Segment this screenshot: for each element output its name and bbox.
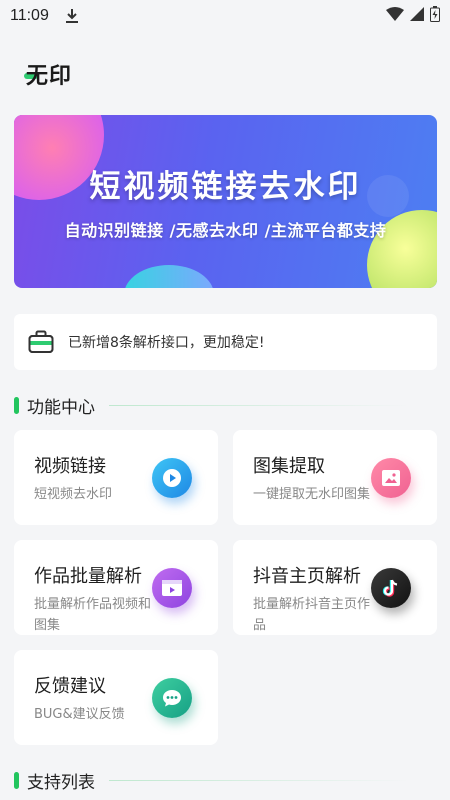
notice-bar[interactable]: 已新增8条解析接口，更加稳定! xyxy=(14,314,437,370)
section-accent-bar xyxy=(14,397,19,414)
notice-text: 已新增8条解析接口，更加稳定! xyxy=(68,335,265,351)
section-title: 功能中心 xyxy=(27,398,95,418)
download-icon xyxy=(65,8,79,24)
battery-icon xyxy=(430,6,440,26)
card-title: 反馈建议 xyxy=(34,676,106,697)
card-desc: 短视频去水印 xyxy=(34,487,113,502)
promo-banner[interactable]: 短视频链接去水印 自动识别链接 /无感去水印 /主流平台都支持 xyxy=(14,115,437,288)
play-icon xyxy=(152,458,192,498)
card-title: 图集提取 xyxy=(253,456,325,477)
feature-card-douyin-profile[interactable]: 抖音主页解析 批量解析抖音主页作品 xyxy=(233,540,437,635)
card-desc: BUG&建议反馈 xyxy=(34,707,125,722)
wifi-icon xyxy=(386,7,404,25)
card-desc: 批量解析作品视频和图集 xyxy=(34,597,152,633)
chat-icon xyxy=(152,678,192,718)
section-divider xyxy=(109,405,409,406)
section-title: 支持列表 xyxy=(27,773,95,793)
card-title: 抖音主页解析 xyxy=(253,566,361,587)
section-divider xyxy=(109,780,409,781)
card-desc: 批量解析抖音主页作品 xyxy=(253,597,371,633)
image-icon xyxy=(371,458,411,498)
app-logo: 无印 xyxy=(24,58,73,90)
section-header-functions: 功能中心 xyxy=(14,393,409,418)
card-desc: 一键提取无水印图集 xyxy=(253,487,371,502)
banner-decoration xyxy=(124,265,214,288)
status-icons xyxy=(386,6,440,26)
signal-icon xyxy=(410,7,424,25)
feature-card-batch-parse[interactable]: 作品批量解析 批量解析作品视频和图集 xyxy=(14,540,218,635)
card-title: 作品批量解析 xyxy=(34,566,142,587)
app-logo-text: 无印 xyxy=(26,64,73,89)
status-time: 11:09 xyxy=(10,7,49,24)
status-bar: 11:09 xyxy=(0,0,450,32)
card-title: 视频链接 xyxy=(34,456,106,477)
tiktok-icon xyxy=(371,568,411,608)
banner-subtitle: 自动识别链接 /无感去水印 /主流平台都支持 xyxy=(64,221,387,240)
feature-card-feedback[interactable]: 反馈建议 BUG&建议反馈 xyxy=(14,650,218,745)
briefcase-icon xyxy=(28,330,54,354)
banner-title: 短视频链接去水印 xyxy=(89,169,362,205)
feature-card-video-link[interactable]: 视频链接 短视频去水印 xyxy=(14,430,218,525)
section-accent-bar xyxy=(14,772,19,789)
film-icon xyxy=(152,568,192,608)
feature-card-image-extract[interactable]: 图集提取 一键提取无水印图集 xyxy=(233,430,437,525)
section-header-support-list: 支持列表 xyxy=(14,768,409,793)
